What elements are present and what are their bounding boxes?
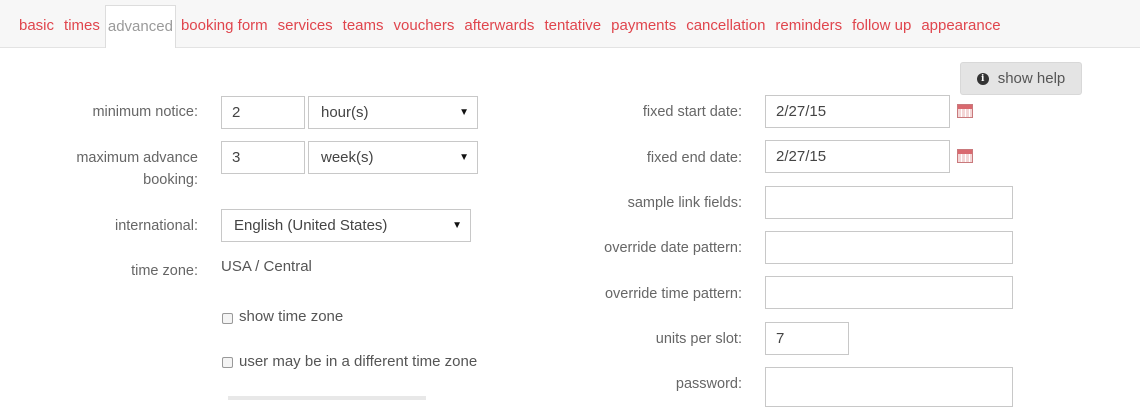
info-icon: i: [976, 72, 989, 85]
tab-vouchers[interactable]: vouchers: [389, 5, 460, 47]
dropdown-arrow-icon: ▼: [459, 152, 469, 163]
tabs: basic times advanced booking form servic…: [14, 5, 1006, 48]
show-time-zone-label: show time zone: [239, 308, 344, 325]
tab-times[interactable]: times: [59, 5, 105, 47]
minimum-notice-input[interactable]: 2: [221, 96, 305, 129]
units-per-slot-input[interactable]: 7: [765, 322, 849, 355]
tab-basic[interactable]: basic: [14, 5, 59, 47]
dropdown-arrow-icon: ▼: [459, 107, 469, 118]
sample-link-fields-input[interactable]: [765, 186, 1013, 219]
tab-appearance[interactable]: appearance: [916, 5, 1005, 47]
tab-cancellation[interactable]: cancellation: [681, 5, 770, 47]
fixed-start-date-label: fixed start date:: [642, 104, 742, 120]
tab-advanced[interactable]: advanced: [104, 5, 176, 48]
minimum-notice-unit-value: hour(s): [321, 104, 369, 121]
maximum-advance-unit-select[interactable]: week(s) ▼: [308, 141, 478, 174]
dropdown-arrow-icon: ▼: [452, 220, 462, 231]
password-input[interactable]: [765, 367, 1013, 407]
override-date-pattern-input[interactable]: [765, 231, 1013, 264]
time-zone-label: time zone:: [131, 263, 198, 279]
fixed-end-date-label: fixed end date:: [646, 150, 742, 166]
tab-follow-up[interactable]: follow up: [847, 5, 916, 47]
show-help-button[interactable]: i show help: [960, 62, 1082, 95]
partially-visible-element: [228, 396, 426, 400]
maximum-advance-label: maximum advance booking:: [76, 150, 198, 188]
calendar-icon[interactable]: [957, 104, 973, 118]
minimum-notice-unit-select[interactable]: hour(s) ▼: [308, 96, 478, 129]
maximum-advance-unit-value: week(s): [321, 149, 374, 166]
tab-tentative[interactable]: tentative: [539, 5, 606, 47]
international-value: English (United States): [234, 217, 388, 234]
show-time-zone-checkbox[interactable]: [222, 313, 233, 324]
maximum-advance-input[interactable]: 3: [221, 141, 305, 174]
units-per-slot-label: units per slot:: [655, 331, 742, 347]
override-time-pattern-label: override time pattern:: [604, 286, 742, 302]
show-help-label: show help: [997, 70, 1066, 87]
international-label: international:: [114, 218, 198, 234]
different-time-zone-checkbox[interactable]: [222, 357, 233, 368]
fixed-start-date-input[interactable]: 2/27/15: [765, 95, 950, 128]
tab-bar: basic times advanced booking form servic…: [0, 0, 1140, 48]
tab-afterwards[interactable]: afterwards: [459, 5, 539, 47]
international-select[interactable]: English (United States) ▼: [221, 209, 471, 242]
tab-booking-form[interactable]: booking form: [176, 5, 273, 47]
different-time-zone-label: user may be in a different time zone: [239, 353, 478, 370]
tab-services[interactable]: services: [273, 5, 338, 47]
time-zone-value: USA / Central: [221, 258, 312, 275]
sample-link-fields-label: sample link fields:: [627, 195, 742, 211]
override-date-pattern-label: override date pattern:: [604, 240, 742, 256]
tab-reminders[interactable]: reminders: [770, 5, 847, 47]
fixed-end-date-input[interactable]: 2/27/15: [765, 140, 950, 173]
override-time-pattern-input[interactable]: [765, 276, 1013, 309]
tab-payments[interactable]: payments: [606, 5, 681, 47]
password-label: password:: [675, 376, 742, 392]
tab-teams[interactable]: teams: [338, 5, 389, 47]
minimum-notice-label: minimum notice:: [92, 104, 198, 120]
calendar-icon[interactable]: [957, 149, 973, 163]
